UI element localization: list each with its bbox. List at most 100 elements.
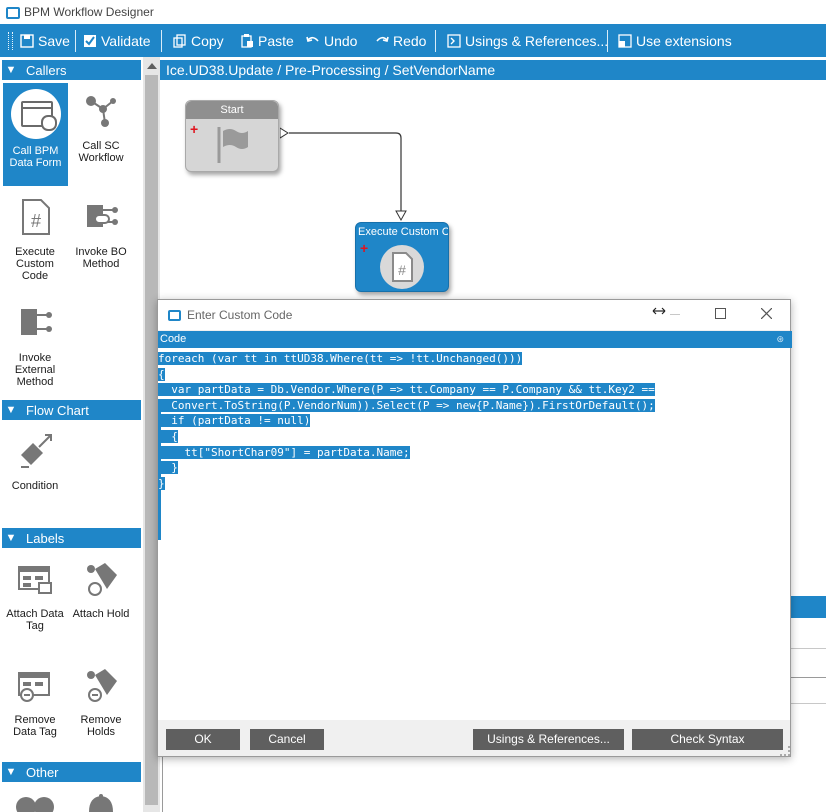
tool-label: Condition [11, 480, 59, 492]
code-header-label: Code [160, 333, 187, 345]
add-icon[interactable]: + [190, 121, 198, 137]
scroll-up-arrow[interactable] [147, 63, 157, 69]
code-line: tt["ShortChar09"] = partData.Name; [158, 446, 410, 459]
execute-custom-code-node[interactable]: Execute Custom Co + # [355, 222, 449, 292]
code-file-icon: # [22, 199, 50, 235]
usings-references-label: Usings & References... [465, 32, 609, 49]
wrench-icon[interactable] [14, 791, 58, 812]
connector-arrow [280, 127, 407, 222]
paste-button[interactable]: Paste [240, 24, 294, 57]
redo-label: Redo [393, 32, 427, 49]
app-icon [168, 310, 181, 321]
resize-grip[interactable] [780, 746, 790, 756]
code-file-icon: # [380, 245, 424, 289]
svg-text:#: # [31, 211, 41, 231]
app-icon [6, 7, 20, 19]
chevron-down-icon: ▼ [5, 766, 17, 778]
copy-label: Copy [191, 32, 224, 49]
data-form-icon [10, 89, 61, 139]
code-editor[interactable]: foreach (var tt in ttUD38.Where(tt => !t… [158, 348, 790, 720]
validate-button[interactable]: Validate [83, 24, 151, 57]
code-line: if (partData != null) [158, 414, 311, 427]
paste-icon [241, 33, 253, 48]
toolbar-divider [435, 30, 436, 52]
section-callers-title: Callers [26, 62, 67, 78]
custom-code-node-title: Execute Custom Co [356, 223, 448, 241]
condition-icon [21, 434, 52, 468]
section-other-title: Other [26, 764, 59, 780]
use-extensions-button[interactable]: Use extensions [618, 24, 732, 57]
save-button[interactable]: Save [20, 24, 70, 57]
start-node[interactable]: Start + [185, 100, 279, 172]
toolbar-divider [607, 30, 608, 52]
extensions-icon [618, 33, 632, 48]
tool-invoke-external-method[interactable]: Invoke External Method [3, 303, 67, 388]
cancel-button[interactable]: Cancel [250, 729, 324, 750]
paste-label: Paste [258, 32, 294, 49]
tool-attach-data-tag[interactable]: Attach Data Tag [3, 559, 67, 632]
remove-data-tag-icon [18, 672, 50, 702]
toolbar-divider [161, 30, 162, 52]
divider [789, 703, 826, 704]
usings-references-button[interactable]: Usings & References... [473, 729, 624, 750]
resize-horizontal-icon [652, 307, 666, 315]
bell-icon[interactable] [86, 793, 116, 812]
data-tag-icon [18, 566, 52, 594]
ok-button[interactable]: OK [166, 729, 240, 750]
section-other-header[interactable]: ▼ Other [2, 762, 141, 782]
tool-label: Execute Custom Code [15, 246, 55, 282]
maximize-button[interactable] [715, 308, 726, 319]
chevron-down-icon: ▼ [5, 64, 17, 76]
toolbar-divider [75, 30, 76, 52]
undo-icon [306, 36, 319, 42]
tool-execute-custom-code[interactable]: # Execute Custom Code [3, 197, 67, 282]
checkbox-icon [84, 34, 96, 47]
breadcrumb: Ice.UD38.Update / Pre-Processing / SetVe… [160, 60, 826, 80]
toolbox-panel: ▼ Callers Call BPM Data Form Call SC Wor… [0, 57, 144, 812]
tool-condition[interactable]: Condition [3, 431, 67, 492]
redo-icon [376, 36, 389, 42]
code-line: Convert.ToString(P.VendorNum)).Select(P … [158, 399, 655, 412]
check-syntax-button[interactable]: Check Syntax [632, 729, 783, 750]
references-icon [447, 33, 461, 48]
code-line: } [158, 461, 178, 474]
divider [789, 648, 826, 649]
toolbar: Save Validate Copy Paste Undo Redo Using… [0, 24, 826, 57]
chevron-down-icon: ▼ [5, 532, 17, 544]
code-section-header: Code ⊛ [158, 331, 792, 348]
save-label: Save [38, 32, 70, 49]
undo-button[interactable]: Undo [306, 24, 357, 57]
code-line: { [158, 430, 178, 443]
minimize-button[interactable] [670, 314, 680, 315]
toolbar-grip[interactable] [8, 32, 13, 50]
use-extensions-label: Use extensions [636, 32, 732, 49]
section-labels-header[interactable]: ▼ Labels [2, 528, 141, 548]
tool-invoke-bo-method[interactable]: Invoke BO Method [69, 197, 133, 270]
add-icon[interactable]: + [360, 240, 368, 256]
tool-call-sc-workflow[interactable]: Call SC Workflow [69, 91, 133, 164]
dialog-title: Enter Custom Code [187, 308, 293, 322]
tool-label: Attach Hold [72, 608, 130, 620]
validate-label: Validate [101, 32, 151, 49]
tool-label: Remove Holds [80, 714, 122, 738]
pin-icon[interactable]: ⊛ [776, 331, 784, 348]
section-flowchart-header[interactable]: ▼ Flow Chart [2, 400, 141, 420]
tool-remove-holds[interactable]: Remove Holds [69, 665, 133, 738]
close-icon[interactable] [761, 308, 772, 319]
section-labels-title: Labels [26, 530, 65, 546]
code-line: } [158, 477, 165, 490]
divider [789, 677, 826, 678]
copy-button[interactable]: Copy [173, 24, 224, 57]
properties-pane-header [789, 596, 826, 618]
redo-button[interactable]: Redo [375, 24, 426, 57]
tool-remove-data-tag[interactable]: Remove Data Tag [3, 665, 67, 738]
tool-label: Call BPM Data Form [9, 145, 62, 169]
workflow-icon [86, 96, 116, 127]
section-callers-header[interactable]: ▼ Callers [2, 60, 141, 80]
tool-label: Call SC Workflow [78, 140, 124, 164]
dialog-title-bar[interactable]: Enter Custom Code [158, 300, 790, 330]
tool-attach-hold[interactable]: Attach Hold [69, 559, 133, 620]
usings-references-button[interactable]: Usings & References... [447, 24, 608, 57]
tool-label: Remove Data Tag [13, 714, 57, 738]
tool-call-bpm-data-form[interactable]: Call BPM Data Form [3, 83, 68, 186]
